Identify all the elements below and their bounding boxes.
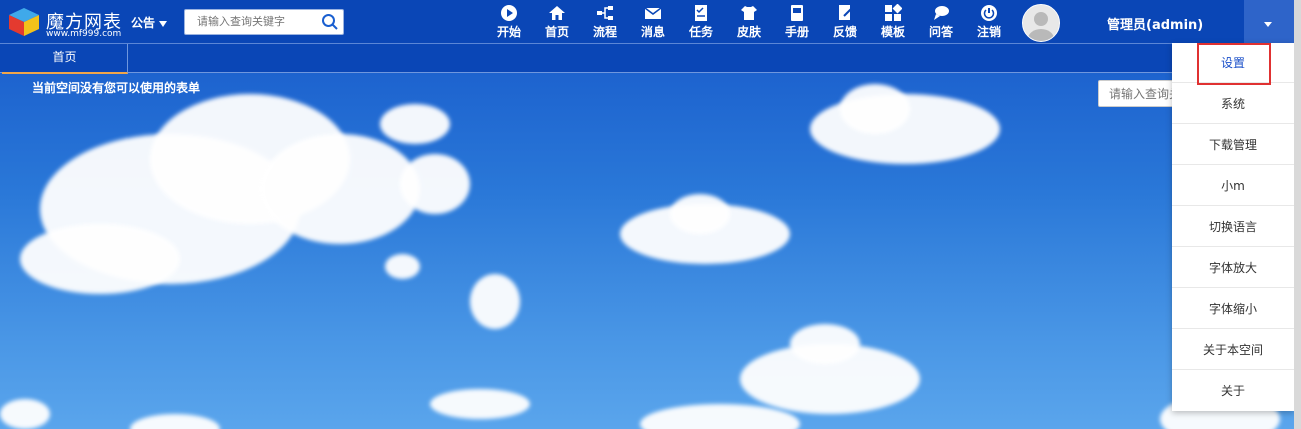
menu-item-about-space[interactable]: 关于本空间 — [1172, 330, 1294, 370]
shirt-icon — [741, 6, 757, 20]
user-name[interactable]: 管理员(admin) — [1107, 14, 1203, 33]
search-icon[interactable] — [321, 13, 339, 31]
menu-item-about[interactable]: 关于 — [1172, 371, 1294, 411]
caret-down-icon — [159, 20, 168, 27]
header-search-input[interactable] — [195, 14, 319, 29]
menu-item-font-smaller[interactable]: 字体缩小 — [1172, 289, 1294, 329]
top-bar: 魔方网表 www.mf999.com 公告 开始 首页 流程 消息 — [0, 0, 1301, 44]
menu-item-little-m[interactable]: 小m — [1172, 166, 1294, 206]
home-icon — [549, 6, 565, 20]
cube-logo-icon — [9, 8, 39, 36]
logo[interactable]: 魔方网表 www.mf999.com — [8, 5, 128, 39]
tab-home[interactable]: 首页 — [2, 44, 128, 74]
tab-bar: 首页 — [0, 44, 1301, 74]
flow-icon — [597, 6, 613, 20]
notice-label: 公告 — [131, 16, 156, 30]
content-search-input[interactable] — [1107, 86, 1179, 102]
nav-task[interactable]: 任务 — [682, 4, 720, 40]
content-search — [1098, 80, 1180, 107]
task-icon — [695, 5, 707, 21]
notice-dropdown[interactable]: 公告 — [131, 14, 168, 31]
nav-logout[interactable]: 注销 — [970, 4, 1008, 40]
menu-item-system[interactable]: 系统 — [1172, 84, 1294, 124]
nav-home[interactable]: 首页 — [538, 4, 576, 40]
user-menu-toggle[interactable] — [1244, 0, 1294, 43]
menu-item-language[interactable]: 切换语言 — [1172, 207, 1294, 247]
nav-qa[interactable]: 问答 — [922, 4, 960, 40]
nav-start[interactable]: 开始 — [490, 4, 528, 40]
avatar[interactable] — [1022, 4, 1060, 42]
settings-highlight-box — [1197, 43, 1271, 85]
nav-flow[interactable]: 流程 — [586, 4, 624, 40]
manual-icon — [791, 5, 803, 21]
menu-item-font-larger[interactable]: 字体放大 — [1172, 248, 1294, 288]
nav-feedback[interactable]: 反馈 — [826, 4, 864, 40]
nav-message[interactable]: 消息 — [634, 4, 672, 40]
nav-template[interactable]: 模板 — [874, 4, 912, 40]
caret-down-icon — [1264, 22, 1272, 27]
mail-icon — [644, 7, 662, 19]
power-icon — [981, 5, 997, 21]
background-sky — [0, 74, 1301, 429]
feedback-icon — [839, 5, 853, 20]
nav-skin[interactable]: 皮肤 — [730, 4, 768, 40]
user-dropdown-menu: 设置 系统 下载管理 小m 切换语言 字体放大 字体缩小 关于本空间 关于 — [1172, 43, 1294, 411]
menu-item-downloads[interactable]: 下载管理 — [1172, 125, 1294, 165]
qa-icon — [934, 6, 949, 20]
empty-form-message: 当前空间没有您可以使用的表单 — [32, 81, 201, 95]
logo-url: www.mf999.com — [46, 29, 122, 39]
header-search — [184, 9, 344, 35]
play-icon — [501, 5, 517, 21]
user-avatar-icon — [1023, 5, 1059, 41]
nav-manual[interactable]: 手册 — [778, 4, 816, 40]
scrollbar[interactable] — [1294, 0, 1301, 429]
grid-icon — [885, 4, 902, 21]
